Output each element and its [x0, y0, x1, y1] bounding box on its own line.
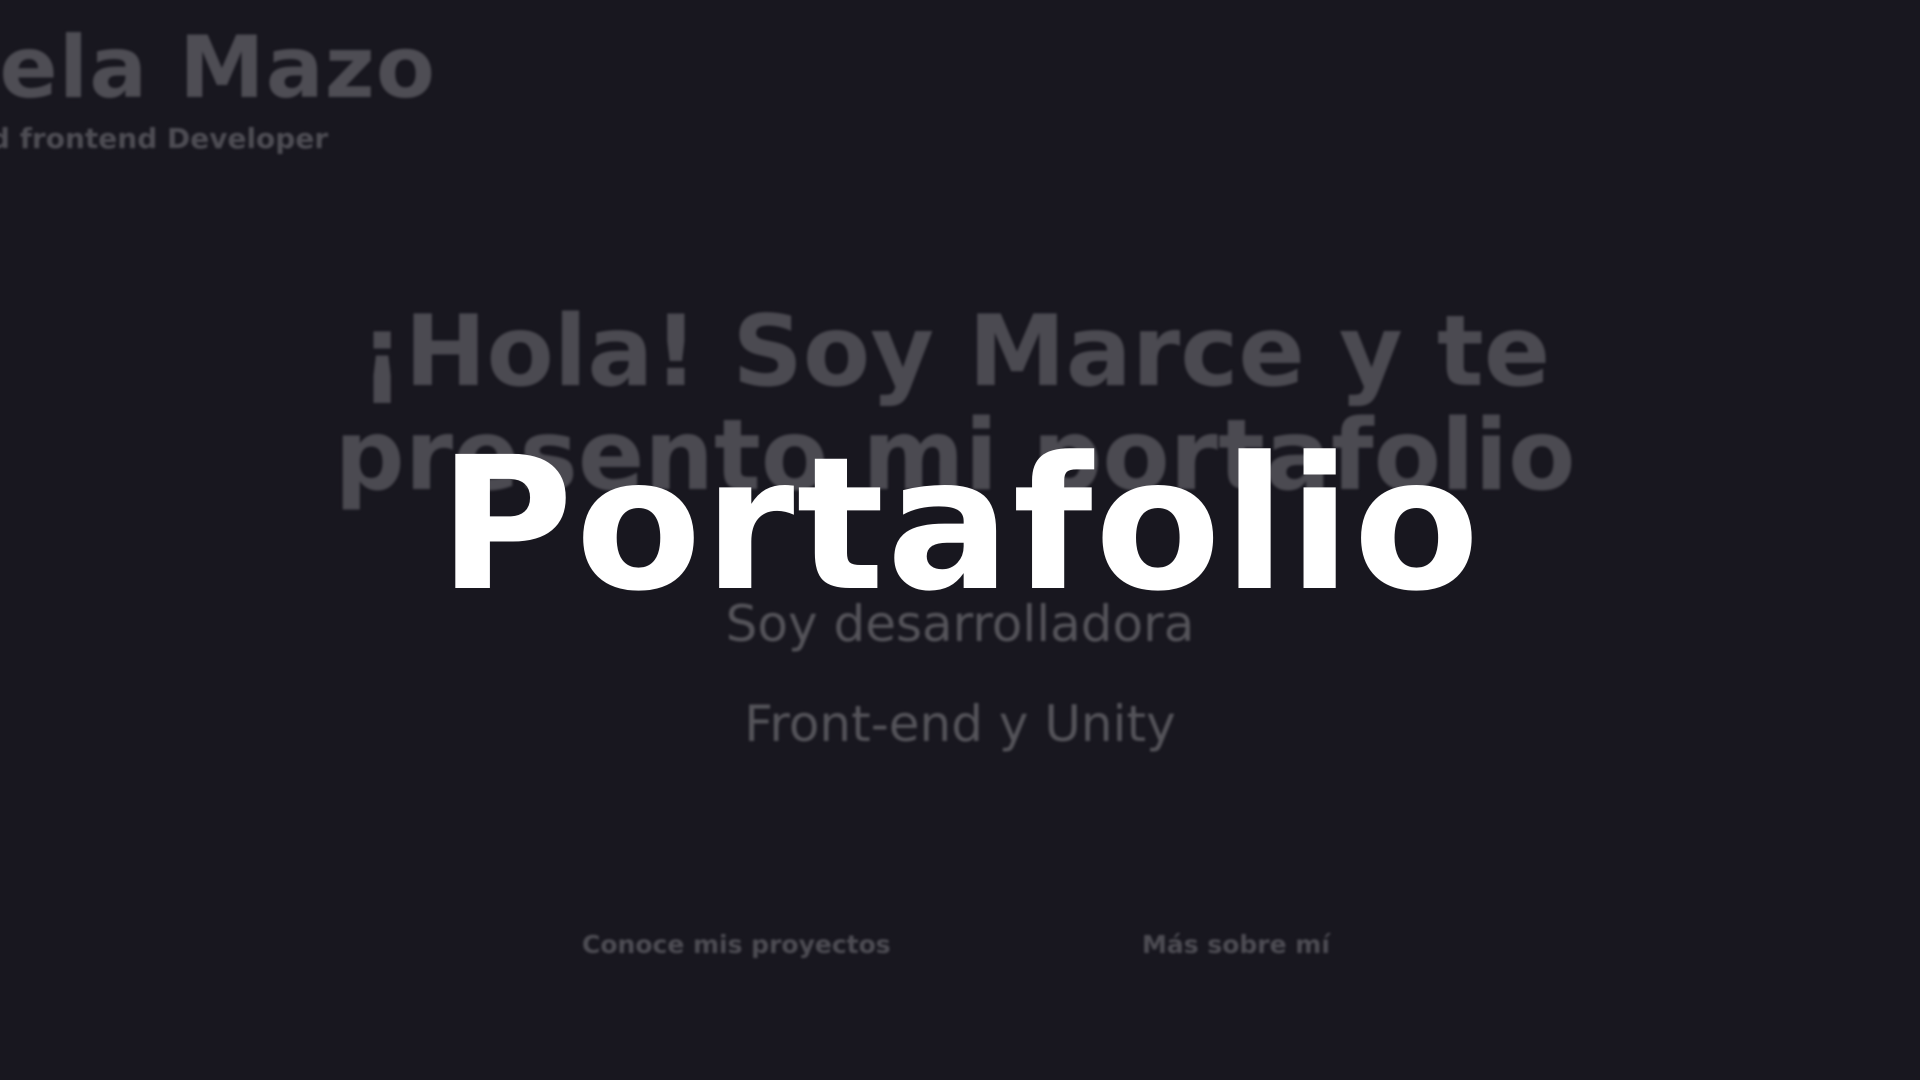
about-link[interactable]: Más sobre mí	[1142, 930, 1330, 959]
brand-subtitle: nd frontend Developer	[0, 122, 329, 155]
overlay-title: Portafolio	[438, 418, 1482, 632]
brand-name: rcela Mazo	[0, 18, 436, 118]
projects-link[interactable]: Conoce mis proyectos	[582, 930, 891, 959]
hero-tagline-line2: Front-end y Unity	[744, 695, 1176, 753]
